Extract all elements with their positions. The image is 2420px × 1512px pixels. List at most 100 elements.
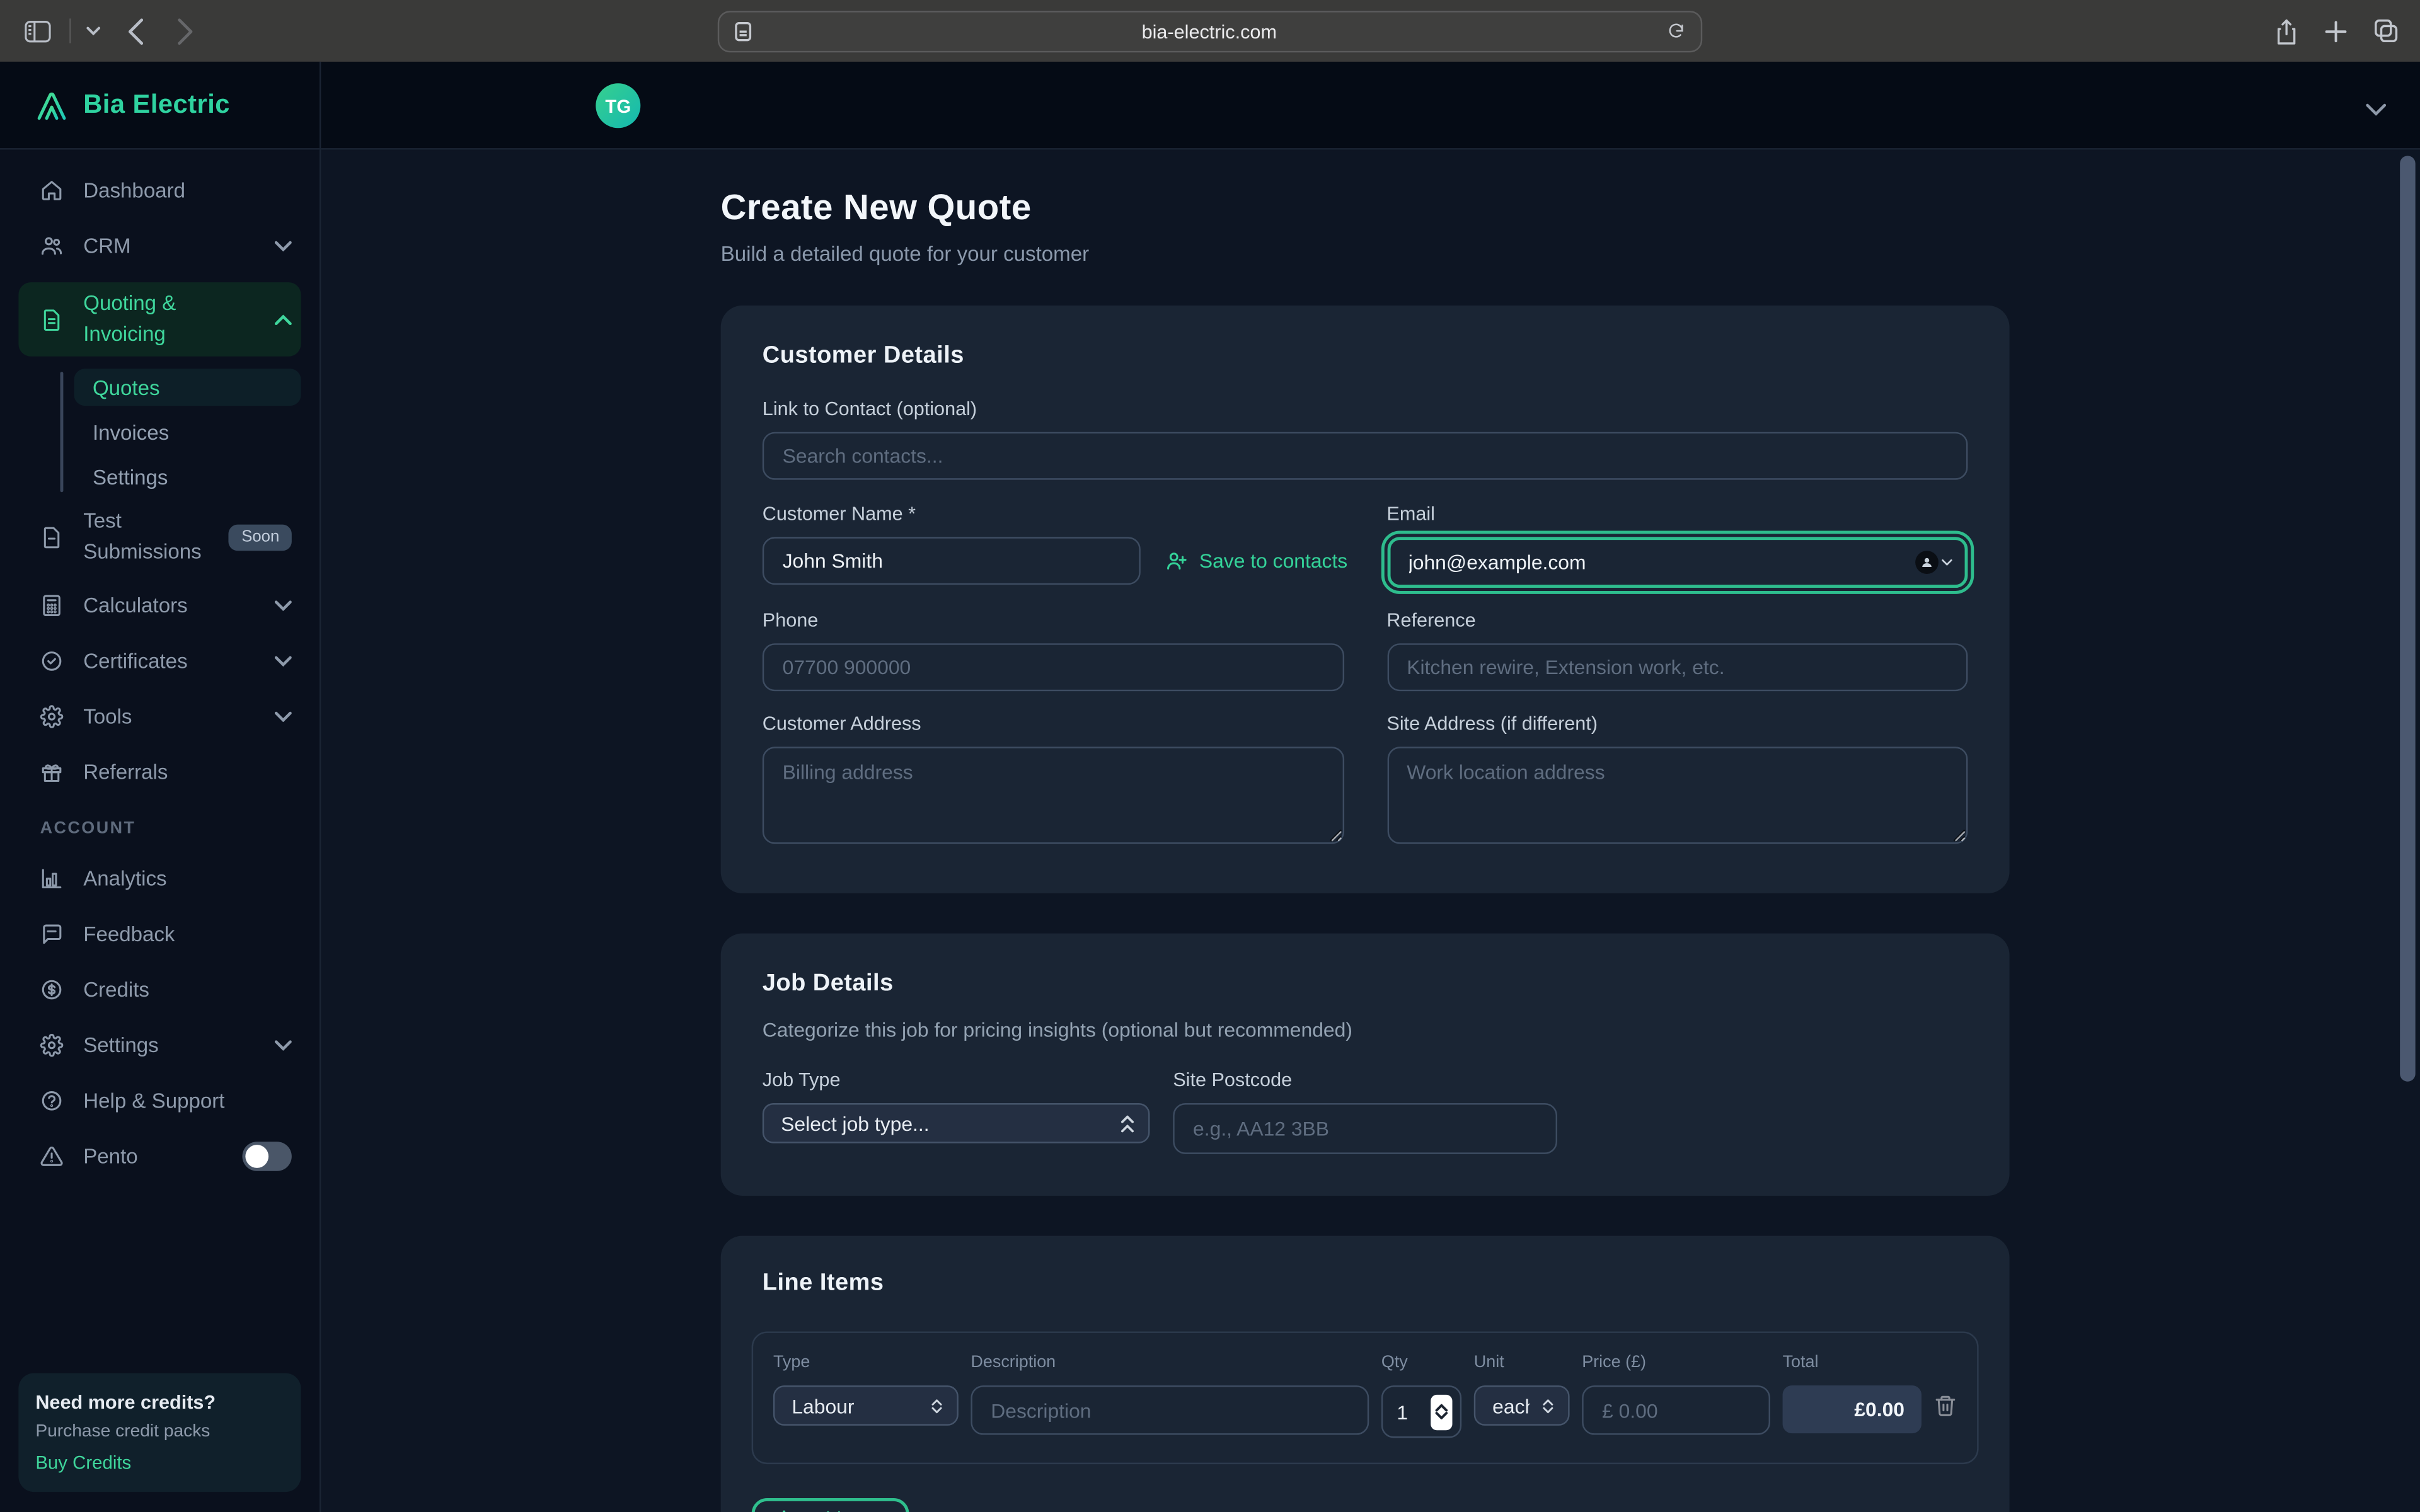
email-label: Email [1386,503,1968,524]
customer-address-label: Customer Address [763,713,1344,734]
autofill-contact-icon[interactable] [1915,551,1952,574]
reader-mode-icon[interactable] [735,21,752,42]
page-title: Create New Quote [721,186,2420,228]
soon-badge: Soon [229,524,292,550]
tab-overview-icon[interactable] [2374,18,2399,43]
chevron-down-icon [275,711,292,722]
new-tab-icon[interactable] [2324,20,2348,43]
delete-item-icon[interactable] [1934,1393,1957,1425]
sidebar-item-quoting-invoicing[interactable]: Quoting & Invoicing [18,282,301,357]
select-chevrons-icon [1542,1399,1555,1412]
reference-input[interactable] [1386,643,1968,691]
page-subtitle: Build a detailed quote for your customer [721,242,2420,265]
sidebar-item-certificates[interactable]: Certificates [18,642,301,680]
avatar[interactable]: TG [596,83,640,128]
sidebar-item-crm[interactable]: CRM [18,227,301,265]
chevron-up-icon [275,314,292,324]
submenu-rail [60,372,64,492]
forward-button-icon [178,18,193,44]
sidebar-subitem-quotes[interactable]: Quotes [74,369,301,406]
customer-name-input[interactable] [763,537,1141,585]
gear-icon [40,1034,64,1057]
col-header-type: Type [773,1353,959,1372]
credits-promo-card: Need more credits? Purchase credit packs… [18,1373,301,1492]
alert-triangle-icon [40,1145,64,1168]
sidebar-item-referrals[interactable]: Referrals [18,753,301,791]
item-unit-select[interactable]: each [1474,1385,1570,1426]
save-to-contacts-link[interactable]: Save to contacts [1165,549,1347,573]
sidebar-item-tools[interactable]: Tools [18,697,301,736]
account-section-label: ACCOUNT [40,819,301,837]
job-details-heading: Job Details [763,970,1968,998]
line-items-heading: Line Items [752,1270,1979,1298]
bar-chart-icon [40,867,64,890]
sidebar-item-feedback[interactable]: Feedback [18,915,301,953]
chevron-down-icon [275,656,292,667]
sidebar-item-dashboard[interactable]: Dashboard [18,171,301,210]
address-bar[interactable]: bia-electric.com [718,11,1702,52]
job-details-card: Job Details Categorize this job for pric… [721,934,2010,1196]
sidebar-chevron-icon[interactable] [86,26,100,36]
back-button-icon[interactable] [128,18,143,44]
item-qty-stepper[interactable]: 1 [1381,1385,1461,1438]
quoting-submenu: Quotes Invoices Settings [60,369,301,495]
item-description-input[interactable] [971,1385,1369,1435]
sidebar-item-credits[interactable]: Credits [18,970,301,1009]
sidebar-item-settings[interactable]: Settings [18,1026,301,1065]
job-type-select[interactable]: Select job type... [763,1103,1150,1143]
chevron-down-icon [275,600,292,611]
toolbar-divider [69,18,71,43]
url-text[interactable]: bia-electric.com [752,21,1667,42]
badge-check-icon [40,650,64,673]
site-postcode-input[interactable] [1173,1103,1557,1154]
sidebar-item-help-support[interactable]: Help & Support [18,1082,301,1120]
credits-promo-title: Need more credits? [35,1392,284,1413]
gift-icon [40,760,64,784]
item-type-select[interactable]: Labour [773,1385,959,1426]
col-header-unit: Unit [1474,1353,1570,1372]
pento-toggle[interactable] [242,1142,291,1171]
customer-address-textarea[interactable] [763,747,1344,844]
line-items-card: Line Items Type Labour [721,1236,2010,1512]
plus-icon [775,1509,793,1512]
sidebar-toggle-icon[interactable] [25,20,51,43]
brand-name: Bia Electric [83,89,230,120]
sidebar-item-pento[interactable]: Pento [18,1137,301,1176]
phone-label: Phone [763,609,1344,631]
share-icon[interactable] [2275,18,2298,44]
sidebar-item-analytics[interactable]: Analytics [18,859,301,898]
top-header: TG [321,62,2420,150]
add-item-button[interactable]: Add Item [752,1498,909,1512]
header-chevron-down-icon[interactable] [2366,96,2386,123]
search-contacts-input[interactable] [763,432,1968,480]
col-header-qty: Qty [1381,1353,1461,1372]
reload-icon[interactable] [1667,21,1685,42]
sidebar-subitem-invoices[interactable]: Invoices [74,413,301,450]
stepper-icon[interactable] [1431,1394,1452,1429]
sidebar: Bia Electric Dashboard CRM Quoting & Inv… [0,62,321,1512]
job-type-label: Job Type [763,1069,1150,1091]
col-header-total: Total [1783,1353,1922,1372]
email-input[interactable] [1386,537,1968,588]
col-header-price: Price (£) [1582,1353,1770,1372]
phone-input[interactable] [763,643,1344,691]
item-total-value: £0.00 [1783,1385,1922,1433]
customer-name-label: Customer Name * [763,503,1344,524]
chevron-down-icon [275,1040,292,1051]
sidebar-nav: Dashboard CRM Quoting & Invoicing Quotes… [0,150,320,1373]
app-window: bia-electric.com [0,0,2420,1512]
site-address-textarea[interactable] [1386,747,1968,844]
line-item-row: Type Labour Descriptio [752,1331,1979,1464]
job-details-subtitle: Categorize this job for pricing insights… [763,1018,1968,1041]
user-plus-icon [1165,549,1189,573]
scrollbar-thumb[interactable] [2400,156,2415,1081]
sidebar-item-test-submissions[interactable]: Test Submissions Soon [18,505,301,570]
file-text-icon [40,308,64,331]
sidebar-item-calculators[interactable]: Calculators [18,587,301,625]
sidebar-subitem-settings[interactable]: Settings [74,458,301,495]
item-price-input[interactable] [1582,1385,1770,1435]
buy-credits-link[interactable]: Buy Credits [35,1452,284,1473]
bia-logo-icon [34,87,69,122]
brand-logo[interactable]: Bia Electric [0,62,320,150]
link-contact-label: Link to Contact (optional) [763,398,1968,420]
